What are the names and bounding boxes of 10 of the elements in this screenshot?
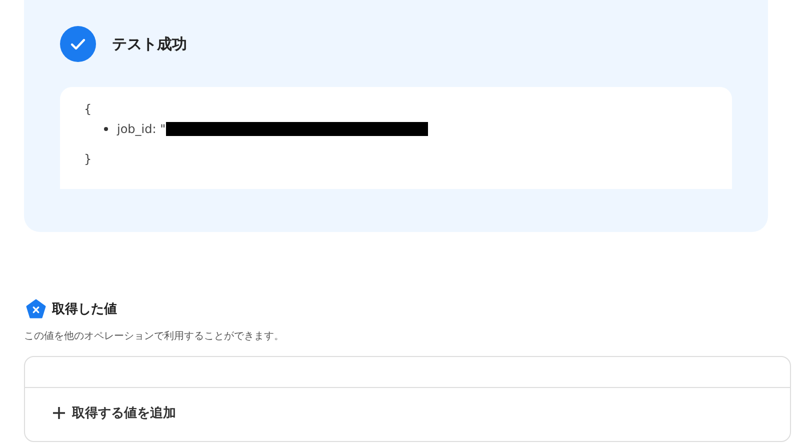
add-value-button[interactable]: 取得する値を追加: [52, 404, 176, 422]
result-title: テスト成功: [112, 34, 187, 54]
open-brace: {: [84, 101, 92, 117]
close-brace: }: [84, 151, 92, 167]
plus-icon: [52, 406, 66, 420]
variable-icon: [26, 299, 46, 319]
section-title: 取得した値: [52, 301, 117, 318]
section-description: この値を他のオペレーションで利用することができます。: [24, 330, 285, 343]
field-key: job_id: ": [117, 121, 166, 137]
bullet-icon: [104, 127, 108, 131]
